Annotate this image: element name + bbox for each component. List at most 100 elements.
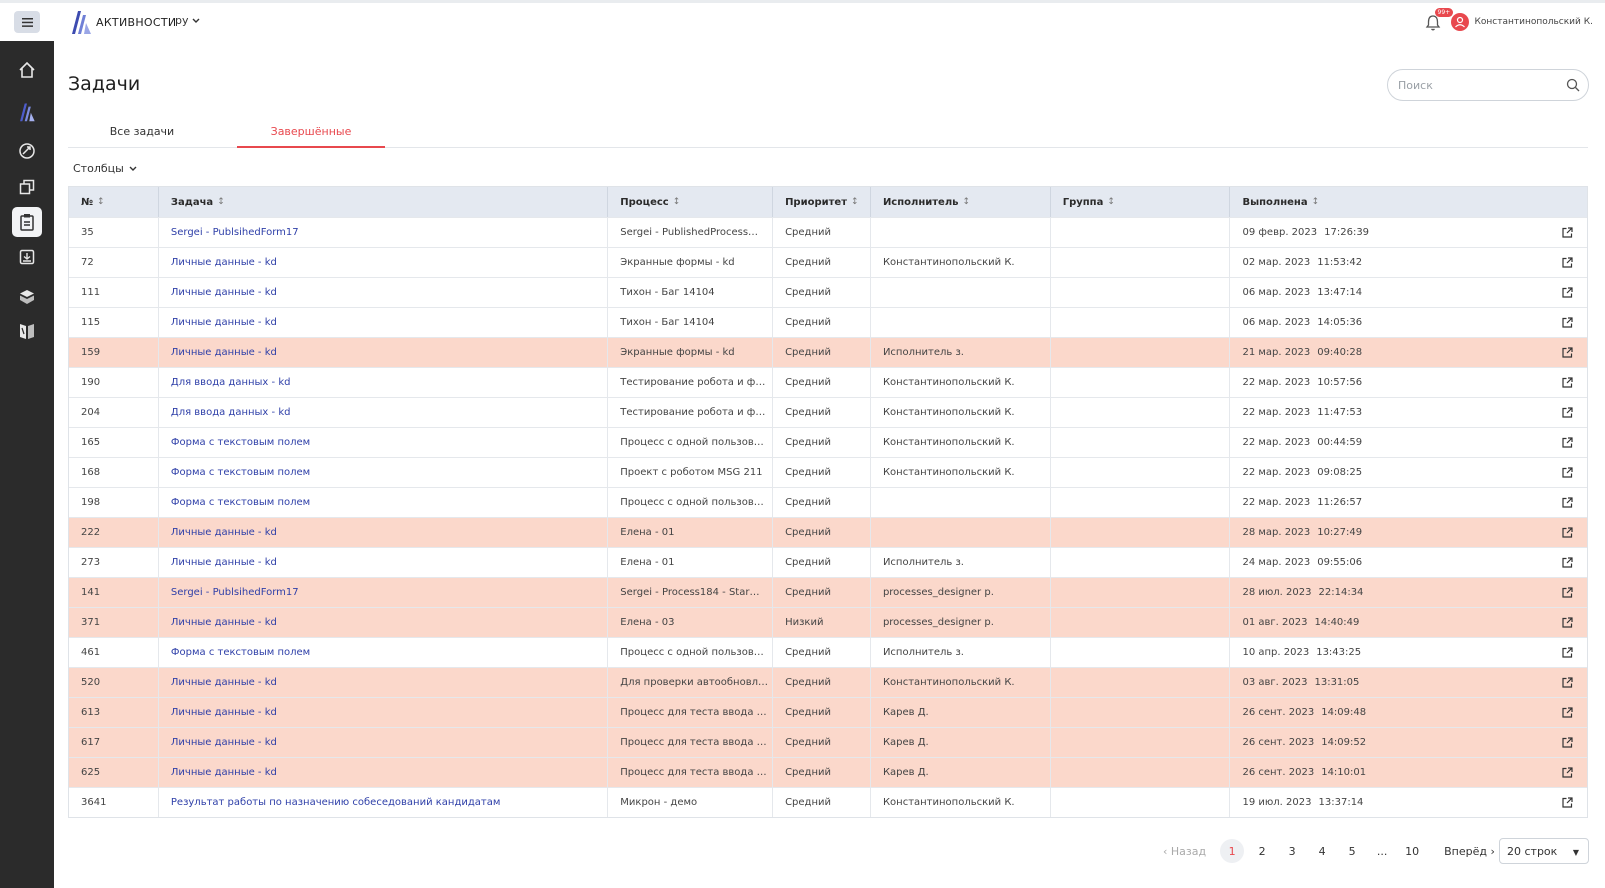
column-header-completed[interactable]: Выполнена ↕	[1230, 187, 1587, 217]
cell-task-link[interactable]: Личные данные - kd	[159, 728, 609, 757]
table-row[interactable]: 461 Форма с текстовым полем Процесс с одно…	[69, 637, 1587, 667]
table-row[interactable]: 613 Личные данные - kd Процесс для теста в…	[69, 697, 1587, 727]
notifications-button[interactable]: 99+	[1425, 8, 1454, 32]
cell-task-link[interactable]: Результат работы по назначению собеседов…	[159, 788, 609, 817]
cell-task-link[interactable]: Sergei - PublsihedForm17	[159, 218, 609, 247]
column-header-process[interactable]: Процесс ↕	[608, 187, 774, 217]
cell-task-link[interactable]: Форма с текстовым полем	[159, 638, 609, 667]
task-link-text[interactable]: Личные данные - kd	[171, 347, 277, 358]
open-task-button[interactable]	[1562, 407, 1573, 418]
cell-task-link[interactable]: Для ввода данных - kd	[159, 368, 609, 397]
table-row[interactable]: 111 Личные данные - kd Тихон - Баг 14104 Ср…	[69, 277, 1587, 307]
task-link-text[interactable]: Личные данные - kd	[171, 737, 277, 748]
sort-icon[interactable]: ↕	[851, 197, 859, 207]
task-link-text[interactable]: Форма с текстовым полем	[171, 437, 310, 448]
open-task-button[interactable]	[1562, 437, 1573, 448]
open-task-button[interactable]	[1562, 557, 1573, 568]
page-button-3[interactable]: 3	[1280, 839, 1304, 863]
sort-icon[interactable]: ↕	[217, 197, 225, 207]
task-link-text[interactable]: Личные данные - kd	[171, 677, 277, 688]
sort-icon[interactable]: ↕	[97, 197, 105, 207]
table-row[interactable]: 198 Форма с текстовым полем Процесс с одно…	[69, 487, 1587, 517]
task-link-text[interactable]: Личные данные - kd	[171, 617, 277, 628]
cell-task-link[interactable]: Личные данные - kd	[159, 758, 609, 787]
open-task-button[interactable]	[1562, 707, 1573, 718]
column-header-executor[interactable]: Исполнитель ↕	[871, 187, 1051, 217]
language-selector[interactable]: ру	[175, 14, 200, 27]
sort-icon[interactable]: ↕	[962, 197, 970, 207]
tab-completed[interactable]: Завершённые	[237, 125, 385, 148]
sidebar-item-activities[interactable]	[12, 97, 42, 127]
search-input[interactable]	[1398, 78, 1548, 92]
sidebar-item-home[interactable]	[12, 55, 42, 85]
open-task-button[interactable]	[1562, 797, 1573, 808]
task-link-text[interactable]: Для ввода данных - kd	[171, 377, 291, 388]
cell-task-link[interactable]: Sergei - PublsihedForm17	[159, 578, 609, 607]
task-link-text[interactable]: Sergei - PublsihedForm17	[171, 227, 299, 238]
page-button-4[interactable]: 4	[1310, 839, 1334, 863]
columns-dropdown[interactable]: Столбцы	[73, 162, 137, 175]
cell-task-link[interactable]: Личные данные - kd	[159, 278, 609, 307]
open-task-button[interactable]	[1562, 527, 1573, 538]
open-task-button[interactable]	[1562, 257, 1573, 268]
column-header-task[interactable]: Задача ↕	[159, 187, 609, 217]
user-name[interactable]: Константинопольский К.	[1475, 17, 1594, 27]
page-button-2[interactable]: 2	[1250, 839, 1274, 863]
table-row[interactable]: 204 Для ввода данных - kd Тестирование роб…	[69, 397, 1587, 427]
next-page-button[interactable]: Вперёд ›	[1444, 845, 1495, 858]
open-task-button[interactable]	[1562, 347, 1573, 358]
sort-icon[interactable]: ↕	[1107, 197, 1115, 207]
table-row[interactable]: 617 Личные данные - kd Процесс для теста в…	[69, 727, 1587, 757]
sidebar-item-packages[interactable]	[12, 282, 42, 312]
avatar[interactable]	[1450, 13, 1469, 31]
open-task-button[interactable]	[1562, 647, 1573, 658]
open-task-button[interactable]	[1562, 377, 1573, 388]
cell-task-link[interactable]: Личные данные - kd	[159, 608, 609, 637]
task-link-text[interactable]: Личные данные - kd	[171, 767, 277, 778]
page-button-1[interactable]: 1	[1220, 839, 1245, 863]
task-link-text[interactable]: Sergei - PublsihedForm17	[171, 587, 299, 598]
open-task-button[interactable]	[1562, 677, 1573, 688]
open-task-button[interactable]	[1562, 467, 1573, 478]
table-row[interactable]: 273 Личные данные - kd Елена - 01 Средний Ис…	[69, 547, 1587, 577]
table-row[interactable]: 371 Личные данные - kd Елена - 03 Низкий pro…	[69, 607, 1587, 637]
open-task-button[interactable]	[1562, 737, 1573, 748]
sidebar-item-processes[interactable]	[12, 136, 42, 166]
task-link-text[interactable]: Форма с текстовым полем	[171, 647, 310, 658]
cell-task-link[interactable]: Личные данные - kd	[159, 518, 609, 547]
table-row[interactable]: 165 Форма с текстовым полем Процесс с одно…	[69, 427, 1587, 457]
page-button-10[interactable]: 10	[1400, 839, 1424, 863]
tab-all-tasks[interactable]: Все задачи	[68, 125, 216, 148]
open-task-button[interactable]	[1562, 587, 1573, 598]
cell-task-link[interactable]: Форма с текстовым полем	[159, 458, 609, 487]
cell-task-link[interactable]: Для ввода данных - kd	[159, 398, 609, 427]
cell-task-link[interactable]: Личные данные - kd	[159, 668, 609, 697]
task-link-text[interactable]: Личные данные - kd	[171, 557, 277, 568]
cell-task-link[interactable]: Форма с текстовым полем	[159, 428, 609, 457]
table-row[interactable]: 222 Личные данные - kd Елена - 01 Средний 28…	[69, 517, 1587, 547]
cell-task-link[interactable]: Личные данные - kd	[159, 698, 609, 727]
table-row[interactable]: 625 Личные данные - kd Процесс для теста в…	[69, 757, 1587, 787]
table-row[interactable]: 168 Форма с текстовым полем Проект с робот…	[69, 457, 1587, 487]
task-link-text[interactable]: Результат работы по назначению собеседов…	[171, 797, 501, 808]
open-task-button[interactable]	[1562, 287, 1573, 298]
sidebar-item-library[interactable]	[12, 316, 42, 346]
task-link-text[interactable]: Личные данные - kd	[171, 257, 277, 268]
prev-page-button[interactable]: ‹ Назад	[1163, 845, 1206, 858]
task-link-text[interactable]: Форма с текстовым полем	[171, 467, 310, 478]
column-header-number[interactable]: № ↕	[69, 187, 159, 217]
table-row[interactable]: 190 Для ввода данных - kd Тестирование роб…	[69, 367, 1587, 397]
table-row[interactable]: 159 Личные данные - kd Экранные формы - kd…	[69, 337, 1587, 367]
open-task-button[interactable]	[1562, 767, 1573, 778]
sort-icon[interactable]: ↕	[1312, 197, 1320, 207]
column-header-group[interactable]: Группа ↕	[1051, 187, 1231, 217]
task-link-text[interactable]: Для ввода данных - kd	[171, 407, 291, 418]
table-row[interactable]: 520 Личные данные - kd Для проверки автооб…	[69, 667, 1587, 697]
table-row[interactable]: 35 Sergei - PublsihedForm17 Sergei - Publi…	[69, 217, 1587, 247]
task-link-text[interactable]: Личные данные - kd	[171, 527, 277, 538]
task-link-text[interactable]: Личные данные - kd	[171, 287, 277, 298]
task-link-text[interactable]: Форма с текстовым полем	[171, 497, 310, 508]
cell-task-link[interactable]: Личные данные - kd	[159, 308, 609, 337]
sidebar-item-tasks[interactable]	[12, 207, 42, 237]
sidebar-item-inbox[interactable]	[12, 242, 42, 272]
